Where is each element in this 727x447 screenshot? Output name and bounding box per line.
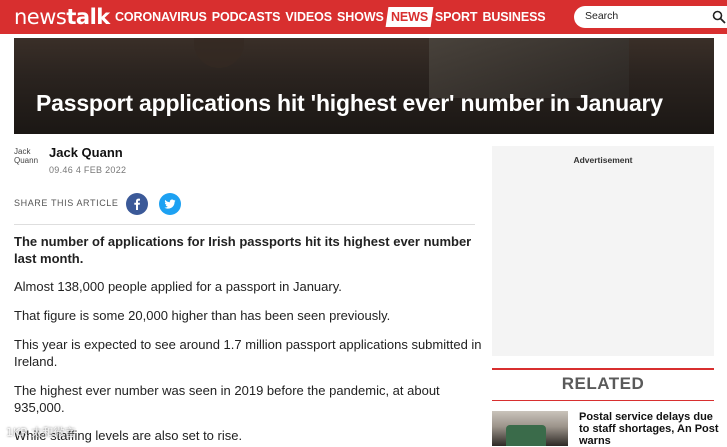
- related-article-link[interactable]: Postal service delays due to staff short…: [579, 411, 719, 447]
- newstalk-logo[interactable]: newstalk: [14, 5, 110, 29]
- article-title: Passport applications hit 'highest ever'…: [36, 90, 663, 116]
- article-paragraph: That figure is some 20,000 higher than h…: [14, 308, 391, 323]
- article-paragraph: Almost 138,000 people applied for a pass…: [14, 279, 342, 294]
- publish-date: 09.46 4 FEB 2022: [49, 165, 127, 175]
- search-placeholder: Search: [585, 10, 619, 22]
- related-article-thumbnail[interactable]: [492, 411, 568, 446]
- advertisement-label: Advertisement: [573, 155, 633, 165]
- article-paragraph: The highest ever number was seen in 2019…: [14, 383, 440, 415]
- top-navigation-bar: newstalk CORONAVIRUS PODCASTS VIDEOS SHO…: [0, 0, 727, 34]
- passport-crest-decoration: [194, 38, 244, 68]
- nav-item-sport[interactable]: SPORT: [435, 7, 478, 27]
- van-image-decoration: [506, 425, 546, 446]
- twitter-share-button[interactable]: [159, 193, 181, 215]
- passport-page-decoration: [429, 38, 629, 98]
- facebook-share-button[interactable]: [126, 193, 148, 215]
- section-divider: [14, 224, 475, 225]
- search-input[interactable]: Search: [574, 6, 727, 28]
- twitter-icon: [164, 199, 176, 209]
- article-lead: The number of applications for Irish pas…: [14, 234, 472, 266]
- logo-part-news: news: [14, 5, 67, 29]
- logo-part-talk: talk: [66, 5, 110, 29]
- search-icon[interactable]: [712, 10, 726, 24]
- hero-image: Passport applications hit 'highest ever'…: [14, 38, 714, 134]
- main-nav: CORONAVIRUS PODCASTS VIDEOS SHOWS NEWS S…: [115, 0, 551, 34]
- related-heading: RELATED: [561, 374, 645, 393]
- related-top-rule: [492, 368, 714, 370]
- article-paragraph: This year is expected to see around 1.7 …: [14, 337, 482, 369]
- nav-item-news[interactable]: NEWS: [385, 7, 434, 27]
- related-bottom-rule: [492, 400, 714, 401]
- nav-item-coronavirus[interactable]: CORONAVIRUS: [115, 7, 207, 27]
- author-name[interactable]: Jack Quann: [49, 145, 123, 160]
- article-paragraph: While staffing levels are also set to ri…: [14, 428, 243, 443]
- nav-item-business[interactable]: BUSINESS: [482, 7, 545, 27]
- nav-item-podcasts[interactable]: PODCASTS: [212, 7, 281, 27]
- nav-item-shows[interactable]: SHOWS: [337, 7, 384, 27]
- nav-item-videos[interactable]: VIDEOS: [285, 7, 332, 27]
- author-avatar[interactable]: Jack Quann: [14, 147, 42, 175]
- share-label: SHARE THIS ARTICLE: [14, 198, 119, 208]
- nav-item-news-label: NEWS: [390, 10, 428, 24]
- advertisement-slot[interactable]: Advertisement: [492, 146, 714, 356]
- facebook-icon: [134, 198, 140, 210]
- watermark: 1KR 太和微言: [6, 426, 76, 439]
